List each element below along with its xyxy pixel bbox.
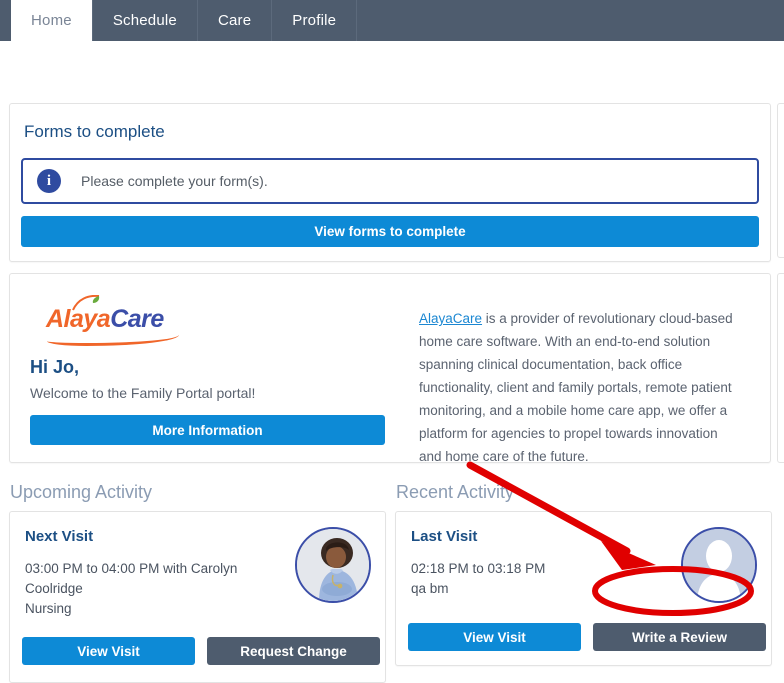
tab-care-label: Care xyxy=(217,12,252,29)
tab-schedule[interactable]: Schedule xyxy=(93,0,198,41)
tab-home-label: Home xyxy=(31,12,72,29)
logo-alaya-text: Alaya xyxy=(46,305,111,333)
welcome-card: AlayaCare Hi Jo, Welcome to the Family P… xyxy=(9,273,771,464)
logo-care-text: Care xyxy=(110,305,164,333)
offscreen-card-top xyxy=(777,103,784,258)
welcome-subtitle: Welcome to the Family Portal portal! xyxy=(30,385,256,401)
alayacare-logo: AlayaCare xyxy=(46,295,186,349)
welcome-description-text: is a provider of revolutionary cloud-bas… xyxy=(419,311,733,464)
welcome-left-column: AlayaCare Hi Jo, Welcome to the Family P… xyxy=(28,290,403,446)
upcoming-activity-heading: Upcoming Activity xyxy=(10,482,153,502)
recent-activity-heading: Recent Activity xyxy=(396,482,515,502)
forms-card-title: Forms to complete xyxy=(24,122,165,141)
default-avatar xyxy=(681,527,757,603)
more-information-button[interactable]: More Information xyxy=(30,415,385,445)
view-forms-to-complete-button[interactable]: View forms to complete xyxy=(21,216,759,247)
last-visit-service: qa bm xyxy=(411,581,449,596)
caregiver-avatar xyxy=(295,527,371,603)
forms-alert-box: i Please complete your form(s). xyxy=(21,158,759,204)
last-visit-actions: View Visit Write a Review xyxy=(408,623,766,651)
tab-home[interactable]: Home xyxy=(11,0,93,41)
offscreen-card-middle xyxy=(777,273,784,463)
next-visit-actions: View Visit Request Change xyxy=(22,637,380,665)
welcome-description: AlayaCare is a provider of revolutionary… xyxy=(403,290,752,464)
next-visit-details: 03:00 PM to 04:00 PM with Carolyn Coolri… xyxy=(25,559,287,619)
forms-to-complete-card: Forms to complete i Please complete your… xyxy=(9,103,771,262)
view-visit-button-upcoming[interactable]: View Visit xyxy=(22,637,195,665)
info-icon: i xyxy=(37,169,61,193)
tab-profile-label: Profile xyxy=(292,12,337,29)
alayacare-link[interactable]: AlayaCare xyxy=(419,311,482,326)
logo-swoosh xyxy=(47,330,179,346)
greeting-heading: Hi Jo, xyxy=(30,357,80,377)
next-visit-card: Next Visit 03:00 PM to 04:00 PM with Car… xyxy=(9,511,386,683)
tab-care[interactable]: Care xyxy=(198,0,273,41)
forms-alert-text: Please complete your form(s). xyxy=(81,173,268,189)
last-visit-card: Last Visit 02:18 PM to 03:18 PM qa bm Vi… xyxy=(395,511,772,666)
page-content: Forms to complete i Please complete your… xyxy=(0,41,784,683)
caregiver-photo xyxy=(297,529,369,601)
next-visit-service: Nursing xyxy=(25,601,72,616)
last-visit-time: 02:18 PM to 03:18 PM xyxy=(411,561,546,576)
tab-profile[interactable]: Profile xyxy=(272,0,358,41)
next-visit-time: 03:00 PM to 04:00 PM with Carolyn Coolri… xyxy=(25,561,238,596)
view-visit-button-recent[interactable]: View Visit xyxy=(408,623,581,651)
last-visit-details: 02:18 PM to 03:18 PM qa bm xyxy=(411,559,673,599)
person-silhouette-icon xyxy=(683,529,755,601)
request-change-button[interactable]: Request Change xyxy=(207,637,380,665)
top-navigation-bar: Home Schedule Care Profile xyxy=(0,0,784,41)
tab-schedule-label: Schedule xyxy=(112,12,177,29)
write-a-review-button[interactable]: Write a Review xyxy=(593,623,766,651)
